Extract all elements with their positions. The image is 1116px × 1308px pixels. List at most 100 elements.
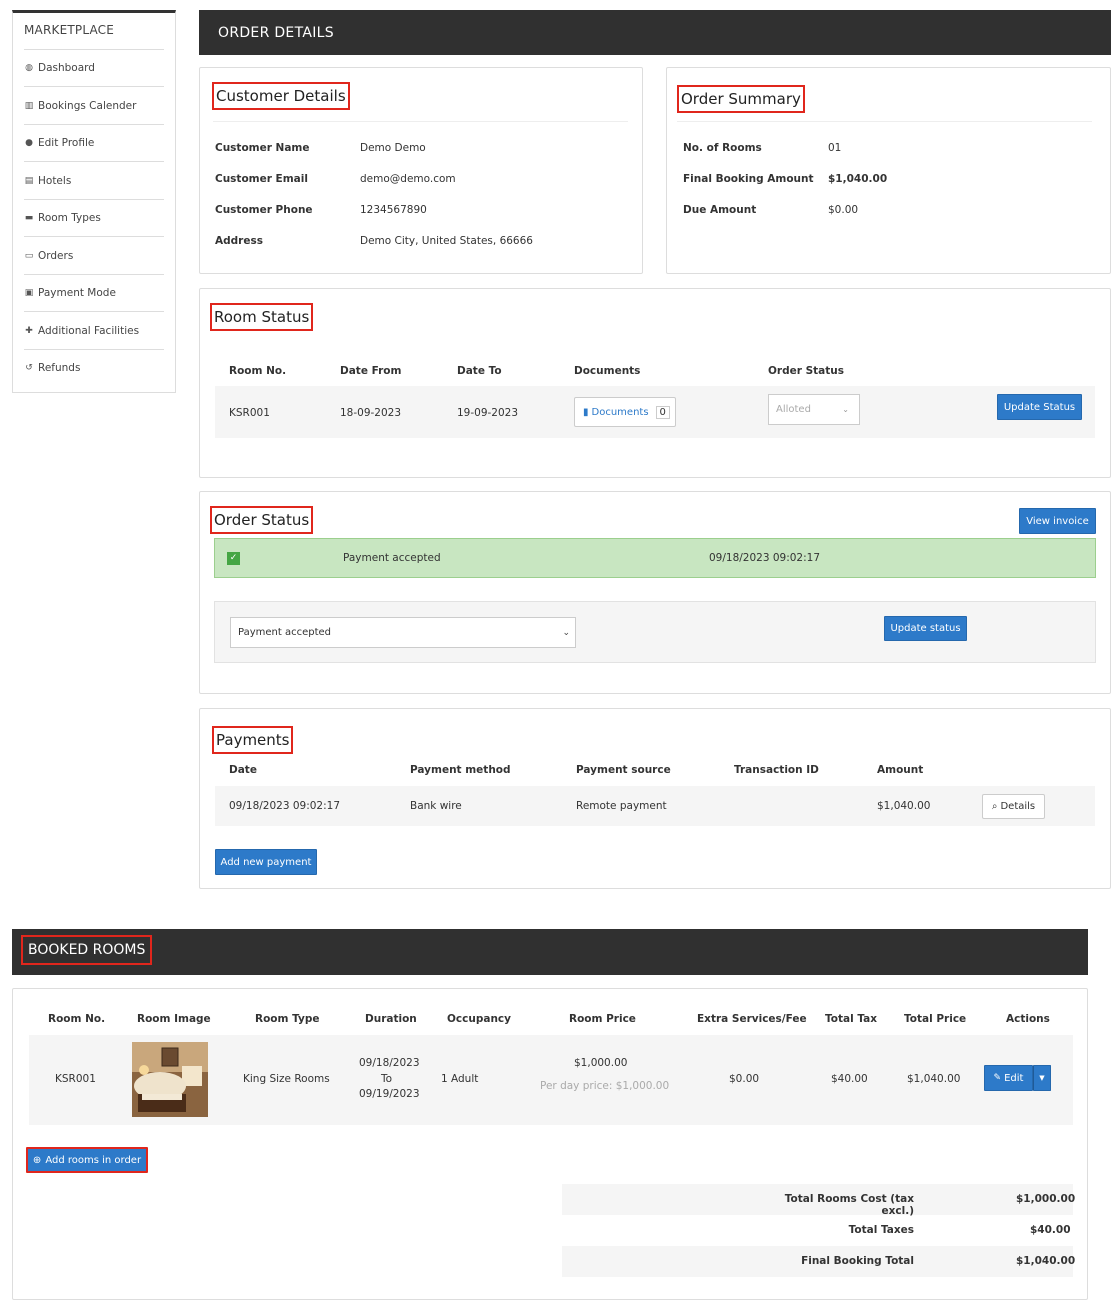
extra-services-cell: $0.00 [729, 1073, 760, 1085]
date-from-header: Date From [340, 365, 402, 377]
customer-details-title: Customer Details [212, 82, 350, 110]
total-price-cell: $1,040.00 [907, 1073, 961, 1085]
sidebar-item-edit-profile[interactable]: ● Edit Profile [24, 137, 164, 149]
final-booking-amount-value: $1,040.00 [828, 173, 888, 185]
caret-down-icon: ▼ [1039, 1074, 1045, 1082]
update-order-status-button[interactable]: Update status [884, 616, 967, 641]
customer-phone-label: Customer Phone [215, 204, 313, 216]
order-summary-title: Order Summary [677, 85, 805, 113]
per-day-price: Per day price: $1,000.00 [540, 1080, 670, 1092]
documents-header: Documents [574, 365, 641, 377]
chevron-down-icon: ⌄ [562, 627, 570, 638]
page-title: ORDER DETAILS [218, 25, 334, 41]
date-to-cell: 19-09-2023 [457, 407, 519, 419]
order-status-select[interactable]: Payment accepted ⌄ [230, 617, 576, 648]
sidebar-item-refunds[interactable]: ↺ Refunds [24, 362, 164, 374]
payment-details-button[interactable]: ⌕ Details [982, 794, 1045, 819]
amount-header: Amount [877, 764, 924, 776]
sidebar-item-room-types[interactable]: ▬ Room Types [24, 212, 164, 224]
search-icon: ⌕ [991, 801, 998, 812]
order-details-header: ORDER DETAILS [199, 10, 1111, 55]
total-price-header: Total Price [904, 1013, 967, 1025]
final-booking-amount-label: Final Booking Amount [683, 173, 814, 185]
room-no-cell: KSR001 [55, 1073, 96, 1085]
payment-date-cell: 09/18/2023 09:02:17 [229, 800, 341, 812]
due-amount-value: $0.00 [828, 204, 859, 216]
date-to-header: Date To [457, 365, 502, 377]
building-icon: ▤ [24, 176, 34, 186]
order-history-state: Payment accepted [343, 552, 441, 564]
actions-header: Actions [1006, 1013, 1050, 1025]
sidebar-item-dashboard[interactable]: ◍ Dashboard [24, 62, 164, 74]
documents-button[interactable]: ▮ Documents 0 [574, 397, 676, 427]
credit-card-icon: ▭ [24, 251, 34, 261]
view-invoice-button[interactable]: View invoice [1019, 508, 1096, 534]
chevron-down-icon: ⌄ [842, 405, 849, 414]
room-type-header: Room Type [255, 1013, 320, 1025]
order-status-title: Order Status [210, 506, 314, 534]
duration-header: Duration [365, 1013, 417, 1025]
customer-name-label: Customer Name [215, 142, 310, 154]
user-icon: ● [25, 138, 33, 148]
total-tax-cell: $40.00 [831, 1073, 868, 1085]
duration-to: 09/19/2023 [359, 1088, 420, 1100]
order-history-row: ✓ Payment accepted 09/18/2023 09:02:17 [214, 538, 1096, 578]
undo-icon: ↺ [25, 363, 33, 373]
payment-date-header: Date [229, 764, 257, 776]
edit-dropdown-toggle[interactable]: ▼ [1033, 1065, 1051, 1091]
customer-details-panel: Customer Details Customer Name Demo Demo… [199, 67, 643, 274]
occupancy-header: Occupancy [447, 1013, 511, 1025]
order-status-header: Order Status [768, 365, 844, 377]
order-history-date: 09/18/2023 09:02:17 [709, 552, 821, 564]
payment-source-header: Payment source [576, 764, 671, 776]
total-rooms-cost-value: $1,000.00 [1016, 1193, 1076, 1205]
room-image-header: Room Image [137, 1013, 211, 1025]
rooms-count-value: 01 [828, 142, 842, 154]
sidebar-item-orders[interactable]: ▭ Orders [24, 250, 164, 262]
customer-email-value: demo@demo.com [360, 173, 456, 185]
room-no-cell: KSR001 [229, 407, 270, 419]
plus-circle-icon: ⊕ [32, 1154, 42, 1166]
customer-name-value: Demo Demo [360, 142, 426, 154]
extra-services-header: Extra Services/Fee [697, 1013, 807, 1025]
sidebar-item-hotels[interactable]: ▤ Hotels [24, 175, 164, 187]
pencil-icon: ✎ [993, 1073, 1002, 1083]
room-status-select[interactable]: Alloted ⌄ [768, 394, 860, 425]
room-no-header: Room No. [229, 365, 287, 377]
add-rooms-in-order-button[interactable]: ⊕ Add rooms in order [26, 1147, 148, 1173]
rooms-count-label: No. of Rooms [683, 142, 762, 154]
sidebar-item-payment-mode[interactable]: ▣ Payment Mode [24, 287, 164, 299]
room-price-header: Room Price [569, 1013, 636, 1025]
customer-phone-value: 1234567890 [360, 204, 427, 216]
sidebar-item-additional-facilities[interactable]: ✚ Additional Facilities [24, 325, 164, 337]
sidebar: MARKETPLACE ◍ Dashboard ▥ Bookings Calende… [12, 10, 176, 393]
order-status-form: Payment accepted ⌄ Update status [214, 601, 1096, 663]
order-status-panel: Order Status View invoice ✓ Payment acce… [199, 491, 1111, 694]
address-value: Demo City, United States, 66666 [360, 235, 533, 247]
room-no-header: Room No. [48, 1013, 106, 1025]
booked-rooms-panel: Room No. Room Image Room Type Duration O… [12, 988, 1088, 1300]
documents-count-badge: 0 [655, 405, 670, 419]
due-amount-label: Due Amount [683, 204, 757, 216]
payment-method-header: Payment method [410, 764, 511, 776]
bar-chart-icon: ▥ [24, 101, 34, 111]
update-room-status-button[interactable]: Update Status [997, 394, 1082, 420]
payment-source-cell: Remote payment [576, 800, 667, 812]
bed-icon: ▬ [24, 213, 34, 223]
edit-room-button[interactable]: ✎ Edit [984, 1065, 1033, 1091]
order-summary-panel: Order Summary No. of Rooms 01 Final Book… [666, 67, 1111, 274]
amount-cell: $1,040.00 [877, 800, 931, 812]
total-taxes-label: Total Taxes [848, 1224, 914, 1236]
customer-email-label: Customer Email [215, 173, 308, 185]
total-rooms-cost-label: Total Rooms Cost (tax excl.) [784, 1193, 914, 1217]
sidebar-item-bookings-calender[interactable]: ▥ Bookings Calender [24, 100, 164, 112]
file-icon: ▮ [583, 406, 589, 418]
add-new-payment-button[interactable]: Add new payment [215, 849, 317, 875]
room-status-title: Room Status [210, 303, 314, 331]
money-icon: ▣ [24, 288, 34, 298]
check-icon: ✓ [227, 552, 240, 565]
address-label: Address [215, 235, 263, 247]
total-tax-header: Total Tax [825, 1013, 878, 1025]
room-status-panel: Room Status Room No. Date From Date To D… [199, 288, 1111, 478]
user-plus-icon: ✚ [25, 326, 33, 336]
